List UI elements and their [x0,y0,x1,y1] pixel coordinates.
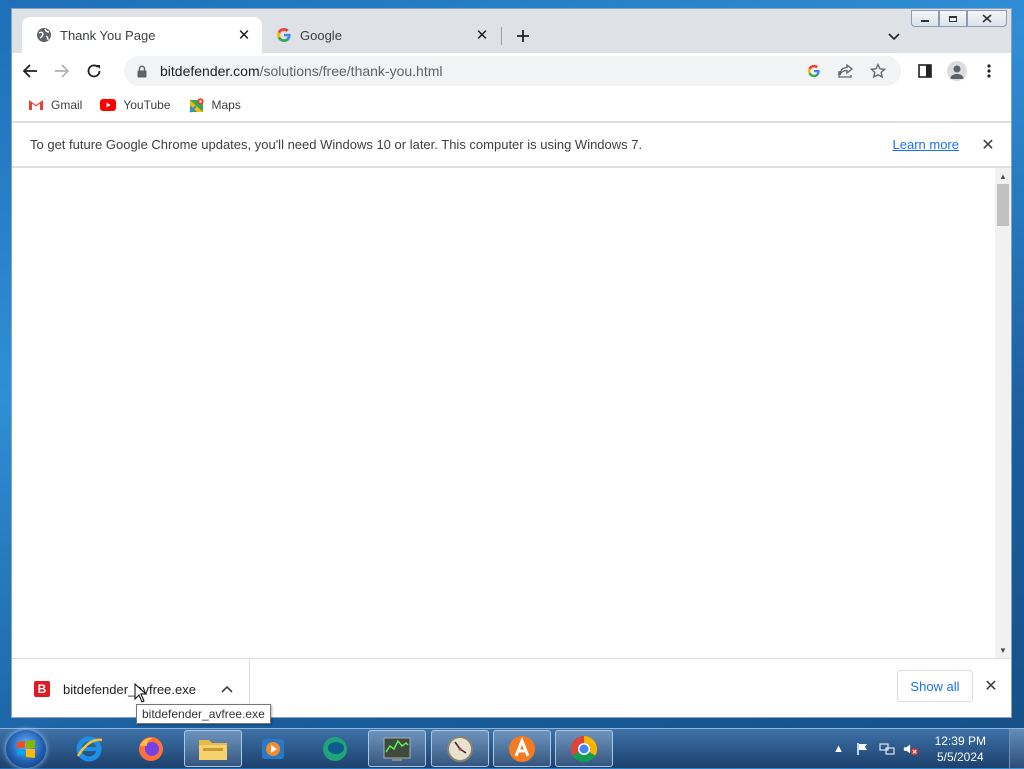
bookmark-label: YouTube [123,98,171,112]
tab-thank-you-page[interactable]: Thank You Page ✕ [22,17,262,53]
infobar-message: To get future Google Chrome updates, you… [30,137,643,152]
close-icon[interactable] [967,10,1007,27]
bookmark-label: Gmail [51,98,83,112]
taskbar-clock[interactable]: 12:39 PM 5/5/2024 [935,733,986,765]
file-explorer-icon[interactable] [184,730,242,767]
google-lens-icon[interactable] [801,58,827,84]
address-bar[interactable]: bitdefender.com/solutions/free/thank-you… [124,56,901,86]
bookmark-maps[interactable]: Maps [188,97,241,113]
bookmark-star-icon[interactable] [865,58,891,84]
scroll-up-arrow-icon[interactable]: ▲ [995,169,1011,183]
page-content[interactable] [12,168,996,658]
infobar-close-icon[interactable]: ✕ [977,134,999,156]
show-hidden-icons-arrow-icon[interactable]: ▲ [831,741,847,757]
bookmark-gmail[interactable]: Gmail [28,97,82,113]
download-shelf-close-icon[interactable]: ✕ [981,676,1001,696]
tab-close-icon[interactable]: ✕ [236,27,252,44]
side-panel-icon[interactable] [911,57,939,85]
volume-muted-icon[interactable] [903,741,919,757]
internet-explorer-icon[interactable] [60,730,118,767]
bitdefender-file-icon: B [34,681,50,697]
minimize-icon[interactable] [911,10,939,27]
firefox-icon[interactable] [122,730,180,767]
tab-title: Thank You Page [60,27,156,43]
lock-icon[interactable] [134,63,150,79]
download-tooltip: bitdefender_avfree.exe [136,704,271,724]
tab-title: Google [300,27,342,43]
tab-separator [501,27,502,45]
clock-time: 12:39 PM [934,734,986,748]
task-manager-icon[interactable] [368,730,426,767]
vertical-scrollbar[interactable]: ▲ ▼ [995,168,1011,658]
gmail-icon [28,97,44,113]
bookmarks-bar: Gmail YouTube Maps [12,89,1011,121]
learn-more-link[interactable]: Learn more [893,137,959,152]
tab-google[interactable]: Google ✕ [262,17,500,53]
reload-button[interactable] [80,57,108,85]
tab-search-chevron-icon[interactable] [884,27,904,47]
network-icon[interactable] [879,741,895,757]
clock-date: 5/5/2024 [936,750,984,764]
window-controls [911,10,1007,27]
bookmark-label: Maps [211,98,241,112]
chrome-icon[interactable] [555,730,613,767]
action-center-flag-icon[interactable] [855,741,871,757]
share-icon[interactable] [833,58,859,84]
media-player-icon[interactable] [244,730,302,767]
mouse-cursor-icon [134,682,148,708]
forward-button[interactable] [48,57,76,85]
windows-taskbar: ▲ 12:39 PM 5/5/2024 [0,728,1024,769]
avast-icon[interactable] [493,730,551,767]
chevron-up-icon[interactable] [217,679,237,699]
tab-strip: Thank You Page ✕ Google ✕ [12,9,1011,53]
maps-icon [188,97,205,113]
browser-window: Thank You Page ✕ Google ✕ bitdefender.co… [11,8,1012,718]
toolbar-right [911,57,1003,85]
profile-avatar[interactable] [943,57,971,85]
globe-icon [36,27,52,43]
browser-toolbar: bitdefender.com/solutions/free/thank-you… [12,53,1011,89]
url-path: /solutions/free/thank-you.html [259,63,443,79]
update-infobar: To get future Google Chrome updates, you… [12,122,1011,167]
clock-app-icon[interactable] [431,730,489,767]
url-text[interactable]: bitdefender.com/solutions/free/thank-you… [160,63,795,79]
start-button[interactable] [6,730,46,768]
youtube-icon [100,97,117,113]
scrollbar-thumb[interactable] [997,184,1009,226]
show-desktop-button[interactable] [1009,729,1024,769]
maximize-icon[interactable] [939,10,967,27]
back-button[interactable] [16,57,44,85]
system-tray: ▲ 12:39 PM 5/5/2024 [831,729,986,769]
scroll-down-arrow-icon[interactable]: ▼ [995,643,1011,657]
tab-close-icon[interactable]: ✕ [474,27,490,44]
show-all-button[interactable]: Show all [897,670,973,702]
chat-app-icon[interactable] [306,730,364,767]
new-tab-button[interactable] [512,25,534,47]
google-icon [276,27,292,43]
avatar-icon [947,61,967,81]
menu-kebab-icon[interactable] [975,57,1003,85]
bookmark-youtube[interactable]: YouTube [100,97,171,113]
url-domain: bitdefender.com [160,63,260,79]
